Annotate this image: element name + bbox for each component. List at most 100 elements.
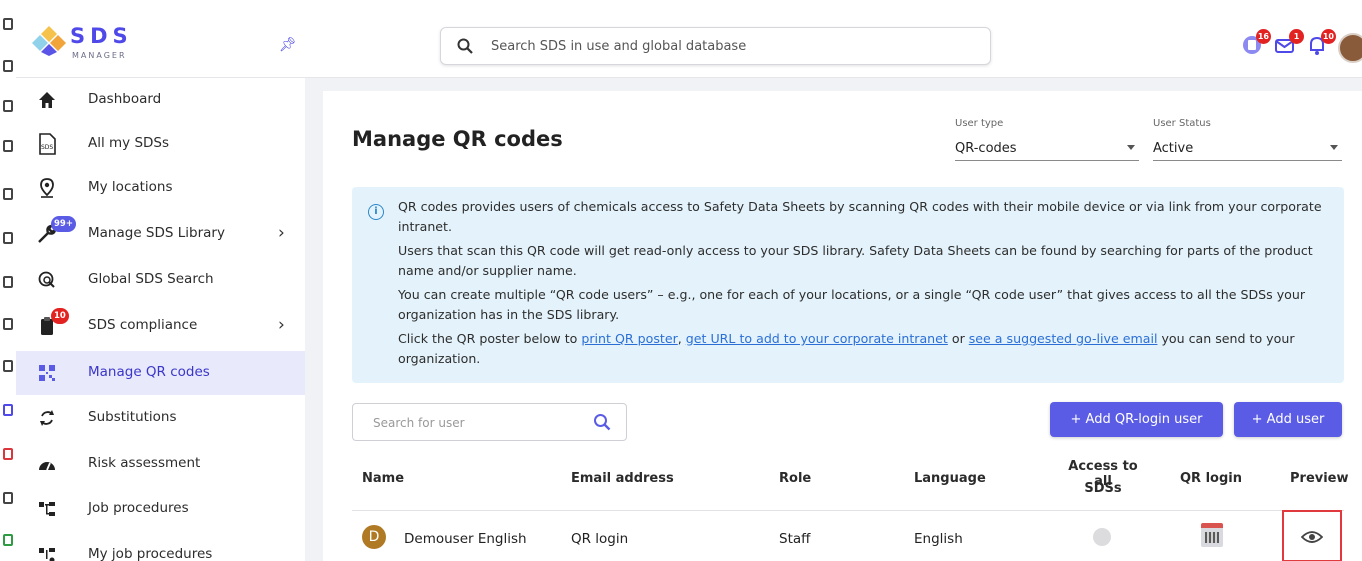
- desktop-icon: [3, 60, 13, 72]
- library-badge: 99+: [51, 216, 76, 232]
- user-search-box[interactable]: [352, 403, 627, 441]
- page-title: Manage QR codes: [352, 127, 563, 151]
- access-all-toggle[interactable]: [1093, 528, 1111, 546]
- desktop-icon: [3, 404, 13, 416]
- user-role: Staff: [779, 531, 811, 547]
- sidebar-item-label: Global SDS Search: [88, 271, 214, 287]
- user-status-select[interactable]: Active: [1153, 135, 1342, 161]
- sidebar-item-all-my-sdss[interactable]: SDS All my SDSs: [16, 122, 305, 166]
- go-live-email-link[interactable]: see a suggested go-live email: [969, 331, 1158, 346]
- desktop-icon: [3, 100, 13, 112]
- sidebar-item-label: Manage SDS Library: [88, 225, 225, 241]
- table-row[interactable]: D Demouser English QR login Staff Englis…: [352, 510, 1344, 561]
- bell-icon[interactable]: 10: [1306, 29, 1336, 56]
- global-search-icon: [36, 269, 58, 291]
- hierarchy-icon: [36, 498, 58, 520]
- column-header-name[interactable]: Name: [362, 471, 404, 486]
- sidebar-item-label: Risk assessment: [88, 455, 201, 471]
- sds-manager-logo[interactable]: SDS MANAGER: [32, 24, 152, 64]
- desktop-icon: [3, 18, 13, 30]
- user-status-label: User Status: [1153, 118, 1211, 129]
- add-user-button[interactable]: + Add user: [1234, 402, 1342, 437]
- info-paragraph-4: Click the QR poster below to print QR po…: [398, 329, 1328, 369]
- user-search-input[interactable]: [373, 413, 573, 433]
- sidebar-item-label: SDS compliance: [88, 317, 198, 333]
- info-paragraph-1: QR codes provides users of chemicals acc…: [398, 199, 1322, 234]
- notification-badge: 10: [1320, 29, 1336, 44]
- sidebar-item-manage-sds-library[interactable]: 99+ Manage SDS Library ›: [16, 212, 305, 256]
- notification-badge: 1: [1289, 29, 1304, 44]
- sidebar-item-sds-compliance[interactable]: 10 SDS compliance ›: [16, 304, 305, 348]
- sidebar-item-risk-assessment[interactable]: Risk assessment: [16, 442, 305, 486]
- desktop-icon: [3, 492, 13, 504]
- sidebar-item-job-procedures[interactable]: Job procedures: [16, 487, 305, 531]
- search-icon: [457, 38, 473, 54]
- sidebar-item-substitutions[interactable]: Substitutions: [16, 396, 305, 440]
- user-email: QR login: [571, 531, 629, 547]
- sds-update-icon[interactable]: 16: [1241, 29, 1271, 56]
- user-type-label: User type: [955, 118, 1004, 129]
- info-paragraph-2: Users that scan this QR code will get re…: [398, 243, 1313, 278]
- desktop-edge-strip: [0, 0, 16, 561]
- desktop-icon: [3, 188, 13, 200]
- hierarchy-user-icon: [36, 544, 58, 561]
- sidebar-item-label: Job procedures: [88, 500, 189, 516]
- pin-sidebar-icon[interactable]: 📌︎: [279, 37, 297, 53]
- top-bar: SDS MANAGER 📌︎ 16 1 10: [16, 0, 1362, 78]
- user-name[interactable]: Demouser English: [404, 531, 527, 547]
- user-type-select[interactable]: QR-codes: [955, 135, 1139, 161]
- sidebar-item-label: My locations: [88, 179, 173, 195]
- preview-highlight-box[interactable]: [1282, 510, 1342, 561]
- user-avatar[interactable]: [1338, 33, 1362, 63]
- sidebar: Dashboard SDS All my SDSs My locations 9…: [16, 78, 305, 561]
- sidebar-item-my-job-procedures[interactable]: My job procedures: [16, 533, 305, 561]
- eye-icon: [1301, 531, 1323, 543]
- global-search-input[interactable]: [491, 35, 971, 57]
- table-header: Name Email address Role Language Access …: [352, 447, 1349, 511]
- column-header-email[interactable]: Email address: [571, 471, 674, 486]
- chevron-right-icon: ›: [278, 223, 285, 243]
- column-header-access-line-2: SDSs: [1084, 481, 1122, 496]
- print-qr-poster-link[interactable]: print QR poster: [581, 331, 677, 346]
- search-icon[interactable]: [593, 413, 611, 431]
- desktop-icon: [3, 534, 13, 546]
- qr-code-icon: [36, 362, 58, 384]
- qr-poster-icon[interactable]: [1201, 523, 1223, 547]
- get-url-link[interactable]: get URL to add to your corporate intrane…: [686, 331, 948, 346]
- location-pin-icon: [36, 177, 58, 199]
- dropdown-caret-icon: [1330, 145, 1338, 150]
- column-header-role[interactable]: Role: [779, 471, 811, 486]
- global-search-bar[interactable]: [440, 27, 991, 65]
- chevron-right-icon: ›: [278, 315, 285, 335]
- desktop-icon: [3, 232, 13, 244]
- home-icon: [36, 89, 58, 111]
- user-type-value: QR-codes: [955, 141, 1017, 156]
- mail-icon[interactable]: 1: [1274, 29, 1304, 56]
- info-text: or: [947, 331, 969, 346]
- info-icon: i: [368, 204, 384, 220]
- user-language: English: [914, 531, 963, 547]
- sidebar-item-manage-qr-codes[interactable]: Manage QR codes: [16, 351, 305, 395]
- sidebar-item-label: All my SDSs: [88, 135, 170, 151]
- logo-diamond-icon: [32, 26, 66, 56]
- sidebar-item-label: My job procedures: [88, 546, 213, 561]
- main-content-card: Manage QR codes User type QR-codes User …: [323, 91, 1362, 561]
- desktop-icon: [3, 276, 13, 288]
- column-header-qr-login: QR login: [1180, 471, 1242, 486]
- desktop-icon: [3, 318, 13, 330]
- sidebar-item-global-sds-search[interactable]: Global SDS Search: [16, 258, 305, 302]
- user-initial-avatar: D: [362, 525, 386, 549]
- column-header-language[interactable]: Language: [914, 471, 986, 486]
- logo-subtext: MANAGER: [72, 51, 127, 60]
- desktop-icon: [3, 140, 13, 152]
- sidebar-item-label: Substitutions: [88, 409, 177, 425]
- compliance-badge: 10: [51, 308, 69, 324]
- desktop-icon: [3, 360, 13, 372]
- add-qr-login-user-button[interactable]: + Add QR-login user: [1050, 402, 1223, 437]
- info-text: ,: [677, 331, 686, 346]
- sidebar-item-label: Dashboard: [88, 91, 162, 107]
- sidebar-item-dashboard[interactable]: Dashboard: [16, 78, 305, 122]
- info-paragraph-3: You can create multiple “QR code users” …: [398, 287, 1306, 322]
- dropdown-caret-icon: [1127, 145, 1135, 150]
- sidebar-item-my-locations[interactable]: My locations: [16, 166, 305, 210]
